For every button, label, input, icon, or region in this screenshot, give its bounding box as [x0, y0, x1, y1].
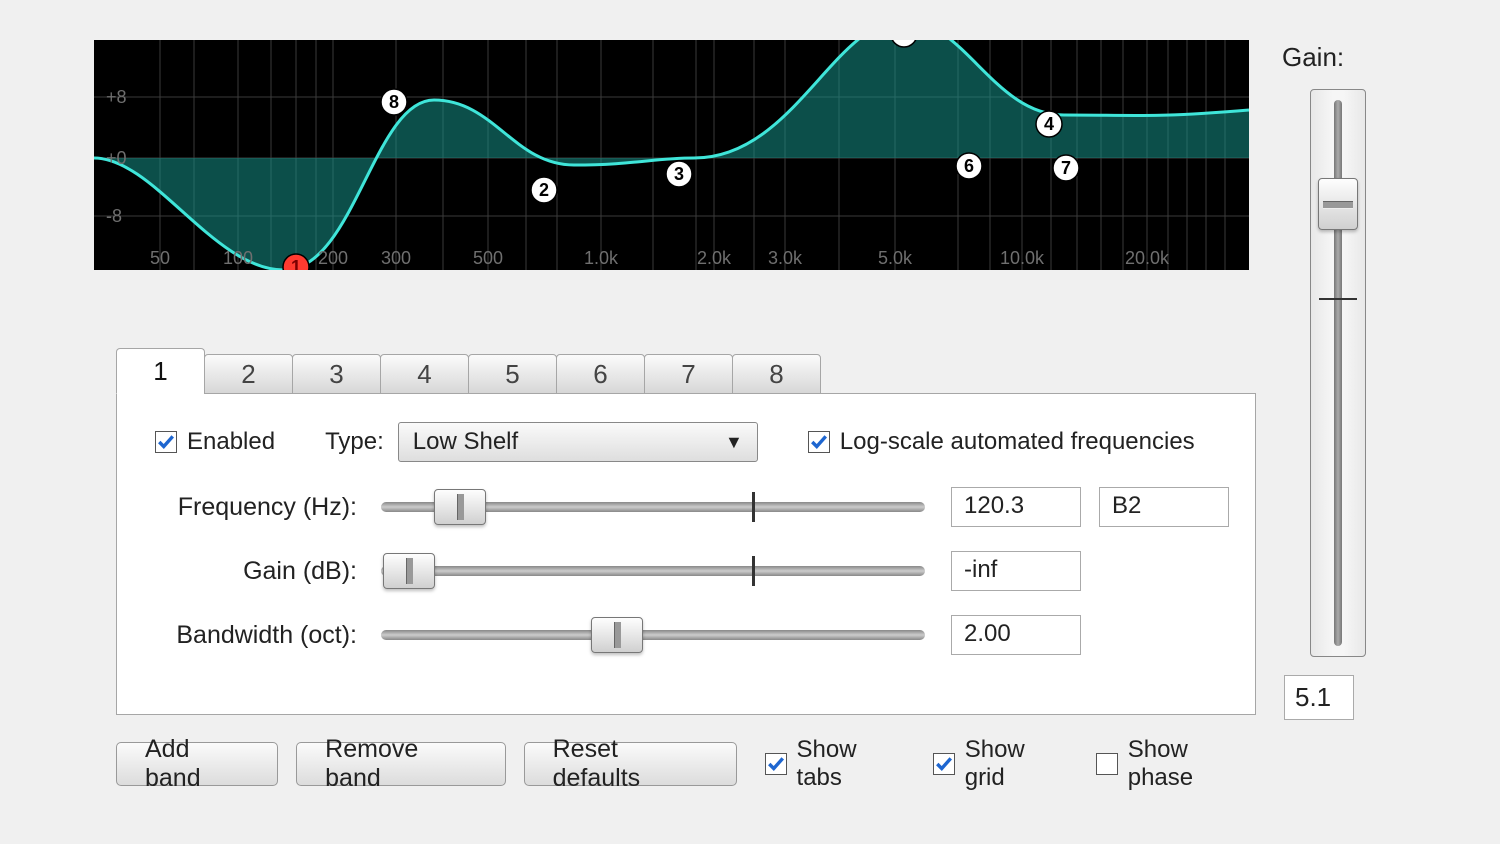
frequency-slider[interactable] — [373, 486, 933, 528]
svg-text:-8: -8 — [106, 206, 122, 226]
add-band-button[interactable]: Add band — [116, 742, 278, 786]
svg-text:+8: +8 — [106, 87, 127, 107]
bandwidth-value-input[interactable]: 2.00 — [951, 615, 1081, 655]
bandwidth-slider[interactable] — [373, 614, 933, 656]
band-tab-4[interactable]: 4 — [380, 354, 469, 394]
gain-label: Gain: — [1282, 42, 1398, 73]
band-tab-1[interactable]: 1 — [116, 348, 205, 394]
svg-text:20.0k: 20.0k — [1125, 248, 1170, 268]
svg-text:2: 2 — [539, 180, 549, 200]
band-tab-2[interactable]: 2 — [204, 354, 293, 394]
svg-text:5: 5 — [899, 40, 909, 44]
bandwidth-label: Bandwidth (oct): — [141, 621, 373, 650]
band-tabbar: 12345678 — [116, 348, 820, 394]
band-tab-6[interactable]: 6 — [556, 354, 645, 394]
svg-text:300: 300 — [381, 248, 411, 268]
logscale-checkbox[interactable] — [808, 431, 830, 453]
gain-slider[interactable] — [1310, 89, 1366, 657]
svg-text:6: 6 — [964, 156, 974, 176]
svg-text:10.0k: 10.0k — [1000, 248, 1045, 268]
svg-text:50: 50 — [150, 248, 170, 268]
enabled-checkbox[interactable] — [155, 431, 177, 453]
frequency-value-input[interactable]: 120.3 — [951, 487, 1081, 527]
logscale-label: Log-scale automated frequencies — [840, 428, 1195, 456]
frequency-slider-thumb[interactable] — [434, 489, 486, 525]
gaindb-slider[interactable] — [373, 550, 933, 592]
svg-text:8: 8 — [389, 92, 399, 112]
gaindb-slider-thumb[interactable] — [383, 553, 435, 589]
remove-band-button[interactable]: Remove band — [296, 742, 505, 786]
band-panel: Enabled Type: Low Shelf ▼ Log-scale auto… — [116, 393, 1256, 715]
show-phase-checkbox[interactable] — [1096, 753, 1117, 775]
show-grid-label: Show grid — [965, 736, 1069, 792]
chevron-down-icon: ▼ — [725, 432, 743, 453]
type-label: Type: — [325, 428, 384, 456]
bandwidth-slider-thumb[interactable] — [591, 617, 643, 653]
gaindb-value-input[interactable]: -inf — [951, 551, 1081, 591]
enabled-label: Enabled — [187, 428, 275, 456]
svg-text:100: 100 — [223, 248, 253, 268]
reset-defaults-button[interactable]: Reset defaults — [524, 742, 738, 786]
svg-text:2.0k: 2.0k — [697, 248, 732, 268]
frequency-label: Frequency (Hz): — [141, 493, 373, 522]
svg-text:1.0k: 1.0k — [584, 248, 619, 268]
show-tabs-checkbox[interactable] — [765, 753, 786, 775]
svg-text:4: 4 — [1044, 114, 1054, 134]
type-dropdown[interactable]: Low Shelf ▼ — [398, 422, 758, 462]
svg-text:3: 3 — [674, 164, 684, 184]
show-grid-checkbox[interactable] — [933, 753, 954, 775]
band-tab-8[interactable]: 8 — [732, 354, 821, 394]
svg-text:3.0k: 3.0k — [768, 248, 803, 268]
show-phase-label: Show phase — [1128, 736, 1256, 792]
svg-text:5.0k: 5.0k — [878, 248, 913, 268]
eq-graph[interactable]: +8 +0 -8 50 100 200 300 500 1.0k 2.0k 3.0k 5.0k 10.… — [94, 40, 1249, 270]
band-tab-3[interactable]: 3 — [292, 354, 381, 394]
svg-text:500: 500 — [473, 248, 503, 268]
show-tabs-label: Show tabs — [797, 736, 906, 792]
gain-value-input[interactable]: 5.1 — [1284, 675, 1354, 720]
type-dropdown-value: Low Shelf — [413, 428, 518, 456]
footer-bar: Add band Remove band Reset defaults Show… — [116, 736, 1256, 792]
svg-text:7: 7 — [1061, 158, 1071, 178]
svg-text:+0: +0 — [106, 148, 127, 168]
band-tab-5[interactable]: 5 — [468, 354, 557, 394]
band-tab-7[interactable]: 7 — [644, 354, 733, 394]
gain-slider-thumb[interactable] — [1318, 178, 1358, 230]
gaindb-label: Gain (dB): — [141, 557, 373, 586]
svg-text:1: 1 — [291, 257, 301, 270]
svg-text:200: 200 — [318, 248, 348, 268]
frequency-note-input[interactable]: B2 — [1099, 487, 1229, 527]
